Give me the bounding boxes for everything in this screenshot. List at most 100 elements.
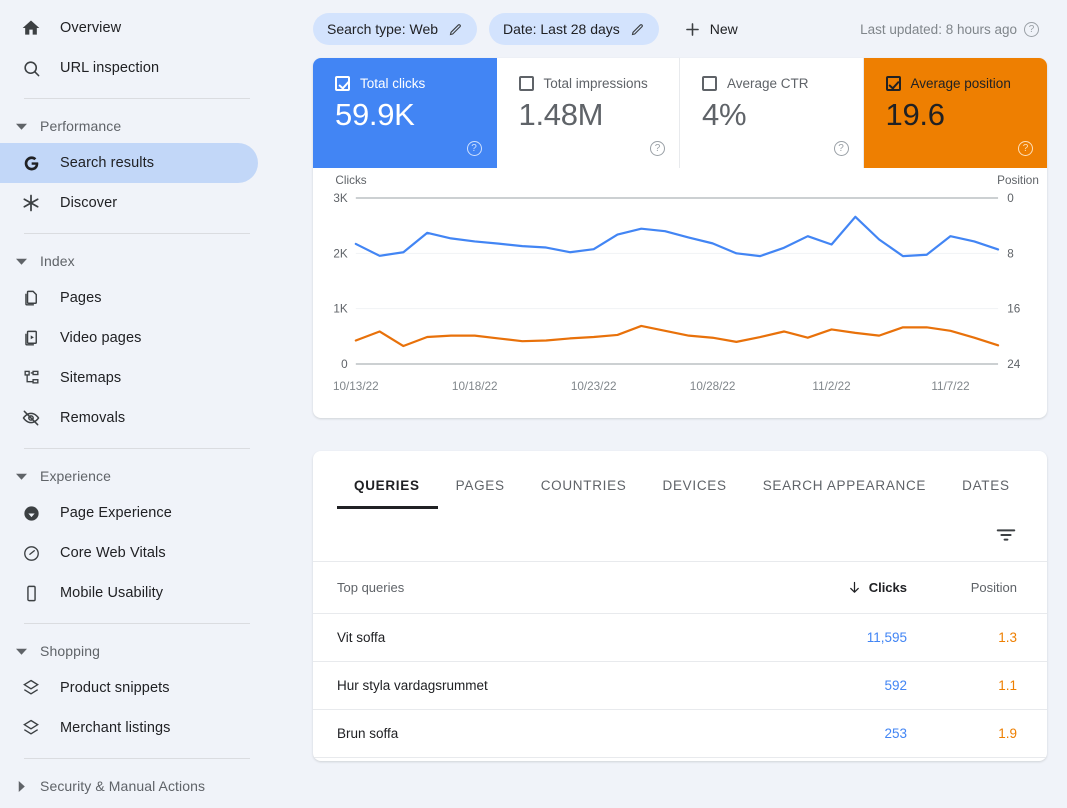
sidebar-divider (24, 758, 250, 759)
cell-clicks: 592 (884, 678, 907, 693)
cell-query: Hur styla vardagsrummet (337, 678, 488, 693)
sitemaps-icon (20, 367, 42, 389)
tab-countries[interactable]: COUNTRIES (523, 478, 645, 509)
svg-text:2K: 2K (333, 247, 348, 260)
sidebar-divider (24, 98, 250, 99)
tab-search-appearance[interactable]: SEARCH APPEARANCE (745, 478, 944, 509)
sidebar-item-product-snippets[interactable]: Product snippets (0, 668, 258, 708)
sidebar-item-mobile-usability[interactable]: Mobile Usability (0, 573, 258, 613)
chevron-down-icon (14, 254, 28, 268)
tab-pages[interactable]: PAGES (438, 478, 523, 509)
tab-queries[interactable]: QUERIES (337, 478, 438, 509)
column-header-top-queries[interactable]: Top queries (337, 580, 757, 595)
sidebar-item-page-experience[interactable]: Page Experience (0, 493, 258, 533)
metric-average-ctr[interactable]: Average CTR 4% ? (680, 58, 864, 168)
pencil-icon[interactable] (448, 22, 463, 37)
last-updated-text: Last updated: 8 hours ago (860, 21, 1017, 37)
sidebar-item-label: Sitemaps (60, 370, 122, 386)
sidebar-group-shopping[interactable]: Shopping (0, 634, 280, 668)
tab-dates[interactable]: DATES (944, 478, 1028, 509)
sidebar-group-label: Security & Manual Actions (40, 778, 206, 794)
metric-total-clicks[interactable]: Total clicks 59.9K ? (313, 58, 497, 168)
sidebar-item-discover[interactable]: Discover (0, 183, 258, 223)
chip-search-type[interactable]: Search type: Web (313, 13, 478, 45)
metric-header: Total clicks (335, 76, 478, 91)
table-row[interactable]: Vit soffa 11,595 1.3 (313, 614, 1047, 662)
svg-text:11/7/22: 11/7/22 (931, 380, 969, 393)
help-icon[interactable]: ? (466, 141, 482, 156)
help-icon[interactable]: ? (650, 141, 665, 156)
sidebar-group-index[interactable]: Index (0, 244, 280, 278)
sidebar-item-overview[interactable]: Overview (0, 8, 258, 48)
table-row[interactable]: Brun soffa 253 1.9 (313, 710, 1047, 758)
svg-text:11/2/22: 11/2/22 (812, 380, 850, 393)
sidebar-item-label: Pages (60, 290, 102, 306)
layers-icon (20, 717, 42, 739)
pencil-icon[interactable] (630, 22, 645, 37)
sidebar-item-label: Mobile Usability (60, 585, 164, 601)
svg-text:Clicks: Clicks (335, 174, 366, 187)
sidebar-item-label: Removals (60, 410, 126, 426)
tab-label: QUERIES (354, 478, 420, 493)
sidebar-item-label: Merchant listings (60, 720, 171, 736)
metric-checkbox[interactable] (335, 76, 350, 91)
help-icon[interactable]: ? (833, 141, 849, 156)
column-header-clicks[interactable]: Clicks (757, 580, 907, 595)
svg-text:10/13/22: 10/13/22 (333, 380, 379, 393)
sidebar-item-core-web-vitals[interactable]: Core Web Vitals (0, 533, 258, 573)
sidebar-item-sitemaps[interactable]: Sitemaps (0, 358, 258, 398)
plus-icon (683, 20, 702, 39)
metric-label: Total impressions (543, 76, 648, 91)
tab-label: DEVICES (662, 478, 727, 493)
search-icon (20, 57, 42, 79)
tab-devices[interactable]: DEVICES (645, 478, 745, 509)
metric-average-position[interactable]: Average position 19.6 ? (863, 58, 1047, 168)
cell-position: 1.1 (998, 678, 1017, 693)
sidebar-divider (24, 233, 250, 234)
sidebar-item-label: Page Experience (60, 505, 172, 521)
chip-date-range[interactable]: Date: Last 28 days (489, 13, 659, 45)
svg-text:0: 0 (1007, 192, 1014, 205)
chip-label: Search type: Web (327, 21, 439, 37)
help-icon[interactable]: ? (1024, 21, 1039, 37)
metric-value: 19.6 (885, 97, 945, 132)
mobile-icon (20, 582, 42, 604)
layers-icon (20, 677, 42, 699)
metric-total-impressions[interactable]: Total impressions 1.48M ? (496, 58, 680, 168)
sidebar-item-pages[interactable]: Pages (0, 278, 258, 318)
sidebar-item-label: Search results (60, 155, 155, 171)
sidebar-item-label: Core Web Vitals (60, 545, 166, 561)
metric-checkbox[interactable] (702, 76, 717, 91)
svg-text:Position: Position (997, 174, 1039, 187)
sidebar-item-label: Discover (60, 195, 118, 211)
table-filter-bar (313, 509, 1047, 562)
google-g-icon (20, 152, 42, 174)
help-icon[interactable]: ? (1018, 141, 1033, 156)
page-experience-icon (20, 502, 42, 524)
tab-label: SEARCH APPEARANCE (762, 478, 927, 493)
metric-checkbox[interactable] (885, 76, 901, 91)
cell-query: Vit soffa (337, 630, 386, 645)
new-filter-button[interactable]: New (673, 13, 748, 45)
sidebar-item-merchant-listings[interactable]: Merchant listings (0, 708, 258, 748)
performance-chart[interactable]: Clicks Position 3K 0 2K 8 1K 16 0 24 10/13/22 10/18… (313, 168, 1047, 418)
sidebar-group-performance[interactable]: Performance (0, 109, 280, 143)
sidebar-item-search-results[interactable]: Search results (0, 143, 258, 183)
sidebar-group-label: Index (40, 253, 75, 269)
svg-text:10/23/22: 10/23/22 (571, 380, 617, 393)
sidebar-item-url-inspection[interactable]: URL inspection (0, 48, 258, 88)
asterisk-icon (20, 192, 42, 214)
sidebar-item-video-pages[interactable]: Video pages (0, 318, 258, 358)
sidebar-item-removals[interactable]: Removals (0, 398, 258, 438)
sidebar-group-label: Shopping (40, 643, 100, 659)
metric-header: Total impressions (518, 76, 662, 91)
table-row[interactable]: Hur styla vardagsrummet 592 1.1 (313, 662, 1047, 710)
metric-header: Average position (885, 76, 1030, 91)
filter-icon[interactable] (995, 524, 1017, 546)
svg-text:24: 24 (1007, 358, 1021, 371)
metric-checkbox[interactable] (518, 76, 534, 91)
sidebar-group-experience[interactable]: Experience (0, 459, 280, 493)
column-header-position[interactable]: Position (907, 580, 1017, 595)
sidebar-group-security[interactable]: Security & Manual Actions (0, 769, 280, 803)
svg-text:8: 8 (1007, 247, 1014, 260)
